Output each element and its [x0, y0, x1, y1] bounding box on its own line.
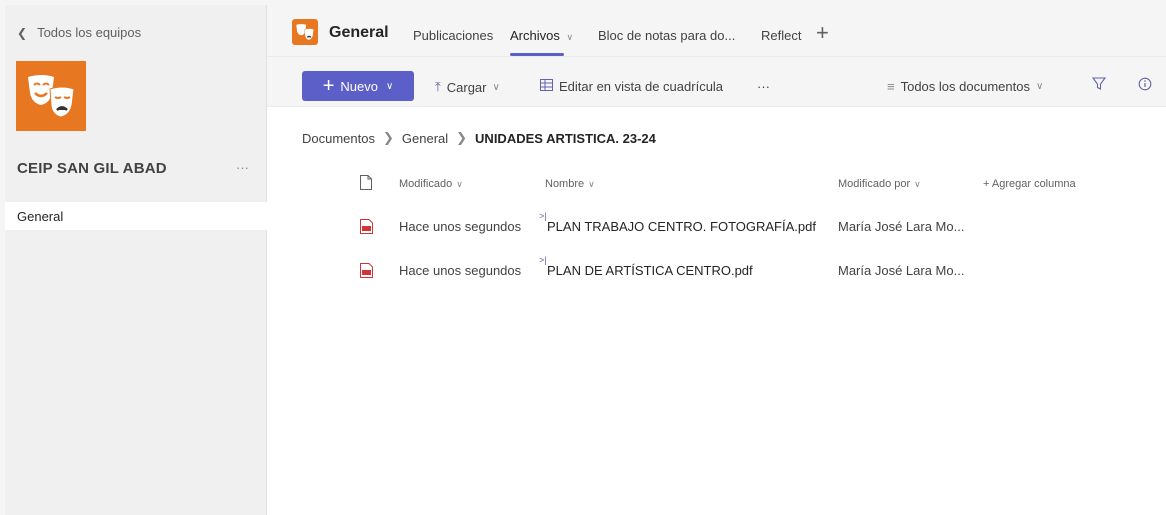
files-toolbar: + Nuevo ∨ ⤒ Cargar ∨ Editar en vista de …	[267, 57, 1166, 107]
chevron-down-icon: ∨	[456, 178, 463, 189]
upload-icon: ⤒	[435, 79, 441, 94]
sidebar: ❮ Todos los equipos CEIP SAN GIL ABAD ··…	[5, 5, 267, 515]
teams-window: ❮ Todos los equipos CEIP SAN GIL ABAD ··…	[5, 5, 1166, 515]
channel-label: General	[17, 208, 64, 224]
tab-bloc-de-notas[interactable]: Bloc de notas para do...	[598, 28, 735, 43]
team-name: CEIP SAN GIL ABAD	[17, 160, 167, 177]
tab-reflect[interactable]: Reflect	[761, 28, 801, 43]
chevron-down-icon: ∨	[1035, 81, 1044, 92]
breadcrumb-current: UNIDADES ARTISTICA. 23-24	[475, 130, 656, 146]
chevron-right-icon: ❯	[456, 130, 468, 145]
sidebar-item-general[interactable]: General	[5, 202, 267, 230]
view-label: Todos los documentos	[900, 79, 1030, 94]
upload-button[interactable]: ⤒ Cargar ∨	[435, 79, 500, 95]
add-tab-button[interactable]: +	[816, 22, 829, 44]
more-label: ···	[757, 79, 770, 94]
more-options-button[interactable]: ···	[757, 79, 770, 94]
column-header-modified[interactable]: Modificado ∨	[399, 178, 463, 190]
new-file-icon: >|	[539, 211, 547, 221]
column-label: Nombre	[545, 178, 585, 190]
back-to-teams-link[interactable]: ❮ Todos los equipos	[17, 25, 141, 40]
pdf-icon	[360, 263, 373, 283]
pdf-icon	[360, 219, 373, 239]
table-row[interactable]: Hace unos segundos >| PLAN TRABAJO CENTR…	[267, 210, 1166, 250]
main-content: General Publicaciones Archivos ∨ Bloc de…	[267, 5, 1166, 515]
new-button[interactable]: + Nuevo ∨	[302, 71, 414, 101]
breadcrumb-documentos[interactable]: Documentos	[302, 131, 375, 146]
new-file-icon: >|	[539, 255, 547, 265]
upload-label: Cargar	[446, 79, 487, 95]
column-header-name[interactable]: Nombre ∨	[545, 178, 595, 190]
grid-label: Editar en vista de cuadrícula	[559, 79, 724, 94]
team-more-options-button[interactable]: ···	[236, 160, 249, 175]
modified-by-cell: María José Lara Mo...	[838, 263, 965, 278]
team-logo	[16, 61, 86, 131]
file-name-link[interactable]: PLAN DE ARTÍSTICA CENTRO.pdf	[547, 263, 753, 278]
chevron-down-icon: ∨	[914, 178, 921, 189]
edit-grid-view-button[interactable]: Editar en vista de cuadrícula	[540, 79, 723, 94]
tab-publicaciones[interactable]: Publicaciones	[413, 28, 493, 43]
chevron-down-icon: ∨	[566, 32, 574, 42]
file-type-icon[interactable]	[360, 175, 372, 195]
chevron-left-icon: ❮	[17, 25, 28, 40]
modified-cell: Hace unos segundos	[399, 263, 522, 278]
active-tab-indicator	[510, 53, 564, 56]
info-icon[interactable]	[1138, 77, 1152, 94]
tab-label: Publicaciones	[413, 28, 494, 43]
list-view-icon: ≡	[887, 79, 895, 94]
chevron-down-icon: ∨	[385, 80, 394, 92]
tab-label: Reflect	[761, 28, 802, 43]
new-button-label: Nuevo	[340, 78, 378, 94]
breadcrumb: Documentos ❯ General ❯ UNIDADES ARTISTIC…	[302, 130, 656, 146]
plus-icon: +	[322, 75, 335, 97]
add-column-button[interactable]: + Agregar columna	[983, 178, 1076, 190]
modified-cell: Hace unos segundos	[399, 219, 522, 234]
back-label: Todos los equipos	[37, 25, 142, 40]
breadcrumb-general[interactable]: General	[402, 131, 448, 146]
tab-label: Bloc de notas para do...	[598, 28, 736, 43]
theater-masks-icon	[296, 24, 314, 41]
column-label: Modificado por	[838, 178, 911, 190]
file-name-link[interactable]: PLAN TRABAJO CENTRO. FOTOGRAFÍA.pdf	[547, 219, 816, 234]
channel-title: General	[329, 24, 389, 41]
chevron-right-icon: ❯	[382, 130, 394, 145]
grid-icon	[540, 79, 553, 94]
chevron-down-icon: ∨	[588, 178, 595, 189]
table-row[interactable]: Hace unos segundos >| PLAN DE ARTÍSTICA …	[267, 255, 1166, 295]
column-header-modified-by[interactable]: Modificado por ∨	[838, 178, 921, 190]
chevron-down-icon: ∨	[492, 81, 500, 93]
filter-icon[interactable]	[1091, 77, 1107, 94]
view-selector[interactable]: ≡ Todos los documentos ∨	[887, 79, 1043, 94]
tab-archivos[interactable]: Archivos ∨	[510, 28, 573, 43]
team-avatar	[292, 19, 318, 45]
modified-by-cell: María José Lara Mo...	[838, 219, 965, 234]
channel-header: General Publicaciones Archivos ∨ Bloc de…	[267, 5, 1166, 57]
theater-masks-icon	[28, 75, 75, 118]
tab-label: Archivos	[510, 28, 560, 43]
column-label: + Agregar columna	[983, 178, 1076, 190]
column-label: Modificado	[399, 178, 453, 190]
